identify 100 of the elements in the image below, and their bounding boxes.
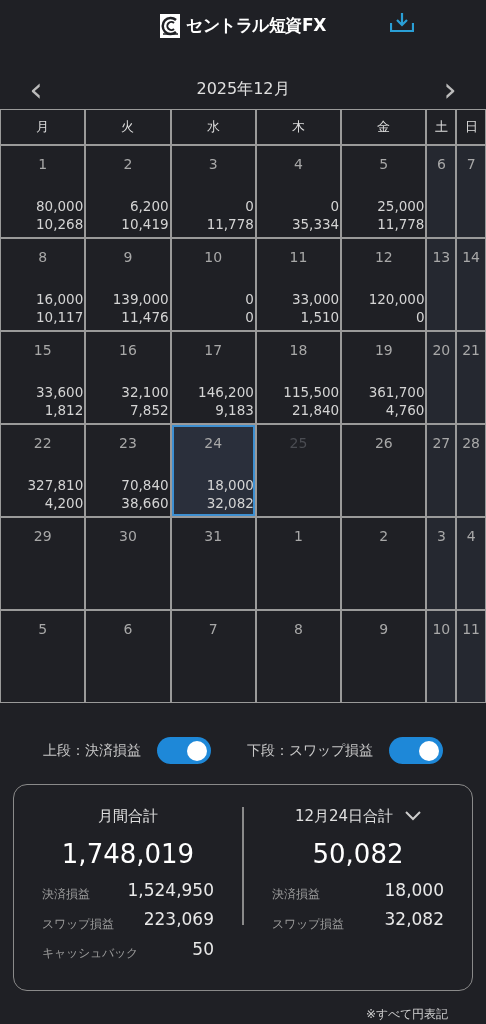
swap-value: 9,183 (215, 401, 254, 419)
calendar-day[interactable]: 18 115,500 21,840 (256, 332, 341, 423)
settlement-value: 33,000 (291, 290, 340, 308)
calendar-day[interactable]: 20 (427, 332, 456, 423)
calendar-day[interactable]: 11 (457, 611, 485, 702)
settlement-value: 80,000 (36, 197, 84, 215)
calendar-day[interactable]: 21 (457, 332, 485, 423)
calendar-day[interactable]: 2 6,200 10,419 (86, 146, 170, 237)
calendar-day[interactable]: 12 120,000 0 (342, 239, 426, 330)
calendar-day[interactable]: 29 (1, 518, 85, 609)
calendar-day[interactable]: 24 18,000 32,082 (171, 425, 255, 516)
toggle-switch[interactable] (389, 737, 443, 764)
next-month-button[interactable]: › (438, 71, 462, 106)
calendar-day[interactable]: 8 16,000 10,117 (1, 239, 85, 330)
calendar-day[interactable]: 6 (427, 146, 456, 237)
day-number: 28 (462, 434, 481, 453)
day-number: 4 (294, 155, 303, 174)
calendar-day[interactable]: 13 (427, 239, 456, 330)
month-title: 2025年12月 (196, 77, 290, 100)
toggle-switch[interactable] (157, 737, 211, 764)
day-number: 13 (432, 248, 451, 267)
calendar-day[interactable]: 3 0 11,778 (171, 146, 255, 237)
calendar-day[interactable]: 14 (457, 239, 485, 330)
settlement-value: 0 (330, 197, 340, 215)
day-number: 1 (38, 155, 48, 174)
calendar-day[interactable]: 7 (457, 146, 485, 237)
swap-value: 1,510 (300, 308, 340, 326)
summary-value: 32,082 (384, 908, 444, 931)
summary-value: 50 (192, 937, 214, 961)
calendar-day[interactable]: 17 146,200 9,183 (171, 332, 255, 423)
chevron-down-icon[interactable] (405, 811, 422, 822)
calendar-day[interactable]: 16 32,100 7,852 (86, 332, 170, 423)
calendar-day[interactable]: 4 (457, 518, 485, 609)
weekday-header: 土 (427, 110, 456, 144)
settlement-value: 18,000 (206, 476, 254, 494)
summary-title: 12月24日合計 (294, 806, 394, 827)
calendar-day[interactable]: 31 (171, 518, 255, 609)
calendar-day[interactable]: 19 361,700 4,760 (342, 332, 426, 423)
day-number: 21 (462, 341, 481, 360)
day-number: 10 (204, 248, 223, 267)
calendar-day[interactable]: 30 (86, 518, 170, 609)
calendar-day[interactable]: 7 (171, 611, 255, 702)
download-icon[interactable] (390, 12, 414, 32)
day-number: 5 (379, 155, 389, 174)
day-number: 15 (33, 341, 52, 360)
calendar-day[interactable]: 11 33,000 1,510 (256, 239, 341, 330)
summary-total: 1,748,019 (61, 837, 195, 871)
calendar-day[interactable]: 1 (256, 518, 341, 609)
day-number: 3 (436, 527, 446, 546)
calendar-day[interactable]: 22 327,810 4,200 (1, 425, 85, 516)
calendar-day[interactable]: 8 (256, 611, 341, 702)
day-number: 23 (119, 434, 137, 453)
calendar-day[interactable]: 26 (342, 425, 426, 516)
calendar-day[interactable]: 15 33,600 1,812 (1, 332, 85, 423)
day-number: 8 (38, 248, 48, 267)
previous-month-button[interactable]: ‹ (24, 71, 48, 106)
weekday-header: 火 (86, 110, 170, 144)
day-number: 11 (462, 620, 481, 639)
day-number: 11 (289, 248, 308, 267)
calendar-day[interactable]: 10 (427, 611, 456, 702)
summary-value: 18,000 (384, 878, 444, 902)
swap-value: 1,812 (44, 401, 84, 419)
calendar-day[interactable]: 23 70,840 38,660 (86, 425, 170, 516)
footnote: ※すべて円表記 (365, 1006, 448, 1023)
day-number: 27 (432, 434, 451, 453)
calendar-day[interactable]: 27 (427, 425, 456, 516)
toggle-label: 下段：スワップ損益 (247, 741, 373, 760)
day-number: 1 (294, 527, 303, 546)
calendar-day[interactable]: 28 (457, 425, 485, 516)
day-number: 8 (294, 620, 303, 639)
swap-value: 0 (415, 308, 425, 326)
calendar-day[interactable]: 2 (342, 518, 426, 609)
settlement-value: 0 (245, 290, 254, 308)
summary-label: キャッシュバック (42, 945, 138, 962)
day-number: 5 (38, 620, 48, 639)
toggle-label: 上段：決済損益 (43, 741, 141, 760)
summary-title: 月間合計 (98, 806, 158, 827)
calendar-day[interactable]: 6 (86, 611, 170, 702)
summary-label: 決済損益 (272, 886, 320, 903)
calendar-day[interactable]: 3 (427, 518, 456, 609)
day-number: 22 (33, 434, 52, 453)
day-number: 20 (432, 341, 451, 360)
settlement-value: 70,840 (121, 476, 169, 494)
day-number: 26 (374, 434, 393, 453)
weekday-header: 日 (457, 110, 485, 144)
summary-value: 1,524,950 (127, 878, 214, 902)
swap-value: 11,778 (206, 215, 254, 233)
calendar-day[interactable]: 9 139,000 11,476 (86, 239, 170, 330)
calendar-day[interactable]: 5 25,000 11,778 (342, 146, 426, 237)
calendar-day[interactable]: 9 (342, 611, 426, 702)
day-number: 16 (119, 341, 137, 360)
day-number: 31 (204, 527, 223, 546)
calendar-day[interactable]: 10 0 0 (171, 239, 255, 330)
settlement-value: 120,000 (368, 290, 425, 308)
day-number: 10 (432, 620, 451, 639)
day-number: 9 (123, 248, 133, 267)
calendar-day[interactable]: 4 0 35,334 (256, 146, 341, 237)
day-number: 17 (204, 341, 223, 360)
calendar-day[interactable]: 5 (1, 611, 85, 702)
calendar-day[interactable]: 1 80,000 10,268 (1, 146, 85, 237)
